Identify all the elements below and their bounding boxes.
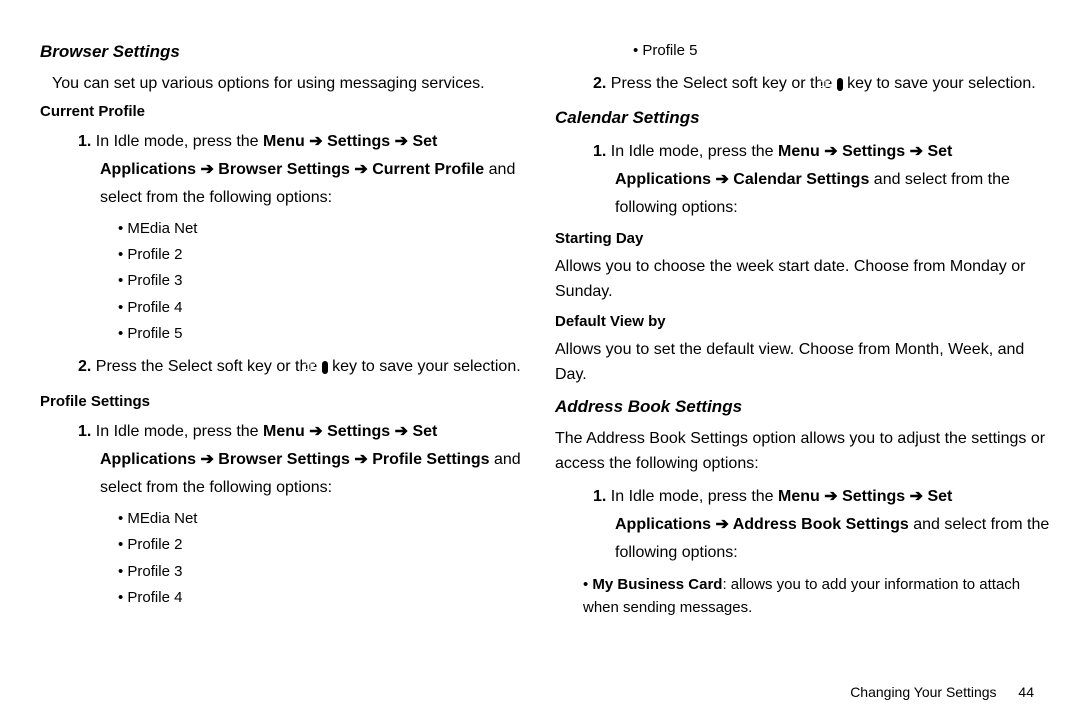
browser-intro-text: You can set up various options for using… (52, 72, 535, 97)
step-text-prefix: In Idle mode, press the (96, 133, 263, 150)
current-profile-step1: 1. In Idle mode, press the Menu ➔ Settin… (100, 128, 535, 212)
left-column: Browser Settings You can set up various … (40, 38, 535, 626)
list-number: 1. (78, 423, 91, 440)
footer-page-number: 44 (1018, 684, 1034, 700)
current-profile-options: MEdia Net Profile 2 Profile 3 Profile 4 … (118, 216, 535, 347)
profile-settings-step1: 1. In Idle mode, press the Menu ➔ Settin… (100, 418, 535, 502)
list-item: Profile 5 (633, 38, 1050, 64)
heading-browser-settings: Browser Settings (40, 42, 535, 62)
list-item: Profile 4 (118, 295, 535, 321)
address-intro-text: The Address Book Settings option allows … (555, 427, 1050, 477)
step-text-b: key to save your selection. (843, 75, 1036, 92)
list-item: Profile 2 (118, 242, 535, 268)
right-column: Profile 5 2. Press the Select soft key o… (555, 38, 1050, 626)
address-sublist: • My Business Card: allows you to add yo… (583, 573, 1050, 620)
footer-section-name: Changing Your Settings (850, 684, 996, 700)
calendar-step1: 1. In Idle mode, press the Menu ➔ Settin… (615, 138, 1050, 222)
default-view-text: Allows you to set the default view. Choo… (555, 338, 1050, 388)
step-text-prefix: In Idle mode, press the (611, 488, 778, 505)
step-text-a: Press the Select soft key or the (96, 358, 322, 375)
step-text-b: key to save your selection. (328, 358, 521, 375)
step-text-prefix: In Idle mode, press the (96, 423, 263, 440)
list-number: 1. (78, 133, 91, 150)
list-item: Profile 4 (118, 585, 535, 611)
heading-starting-day: Starting Day (555, 230, 1050, 247)
list-item: • My Business Card: allows you to add yo… (583, 573, 1050, 620)
list-item: Profile 3 (118, 559, 535, 585)
continued-step2: 2. Press the Select soft key or the OK k… (615, 70, 1050, 98)
step-text-a: Press the Select soft key or the (611, 75, 837, 92)
current-profile-step2: 2. Press the Select soft key or the OK k… (100, 353, 535, 381)
list-item: MEdia Net (118, 506, 535, 532)
step-text-prefix: In Idle mode, press the (611, 143, 778, 160)
heading-current-profile: Current Profile (40, 103, 535, 120)
heading-calendar-settings: Calendar Settings (555, 108, 1050, 128)
list-number: 1. (593, 143, 606, 160)
list-item: Profile 5 (118, 321, 535, 347)
heading-address-book: Address Book Settings (555, 397, 1050, 417)
list-number: 2. (78, 358, 91, 375)
page-footer: Changing Your Settings 44 (850, 684, 1034, 700)
list-item: Profile 2 (118, 532, 535, 558)
list-item: Profile 3 (118, 268, 535, 294)
list-item: MEdia Net (118, 216, 535, 242)
profile-settings-options: MEdia Net Profile 2 Profile 3 Profile 4 (118, 506, 535, 611)
heading-default-view: Default View by (555, 313, 1050, 330)
page-content: Browser Settings You can set up various … (0, 0, 1080, 646)
heading-profile-settings: Profile Settings (40, 393, 535, 410)
starting-day-text: Allows you to choose the week start date… (555, 255, 1050, 305)
address-step1: 1. In Idle mode, press the Menu ➔ Settin… (615, 483, 1050, 567)
continued-options: Profile 5 (633, 38, 1050, 64)
my-business-card-label: My Business Card (592, 576, 722, 593)
list-number: 1. (593, 488, 606, 505)
list-number: 2. (593, 75, 606, 92)
